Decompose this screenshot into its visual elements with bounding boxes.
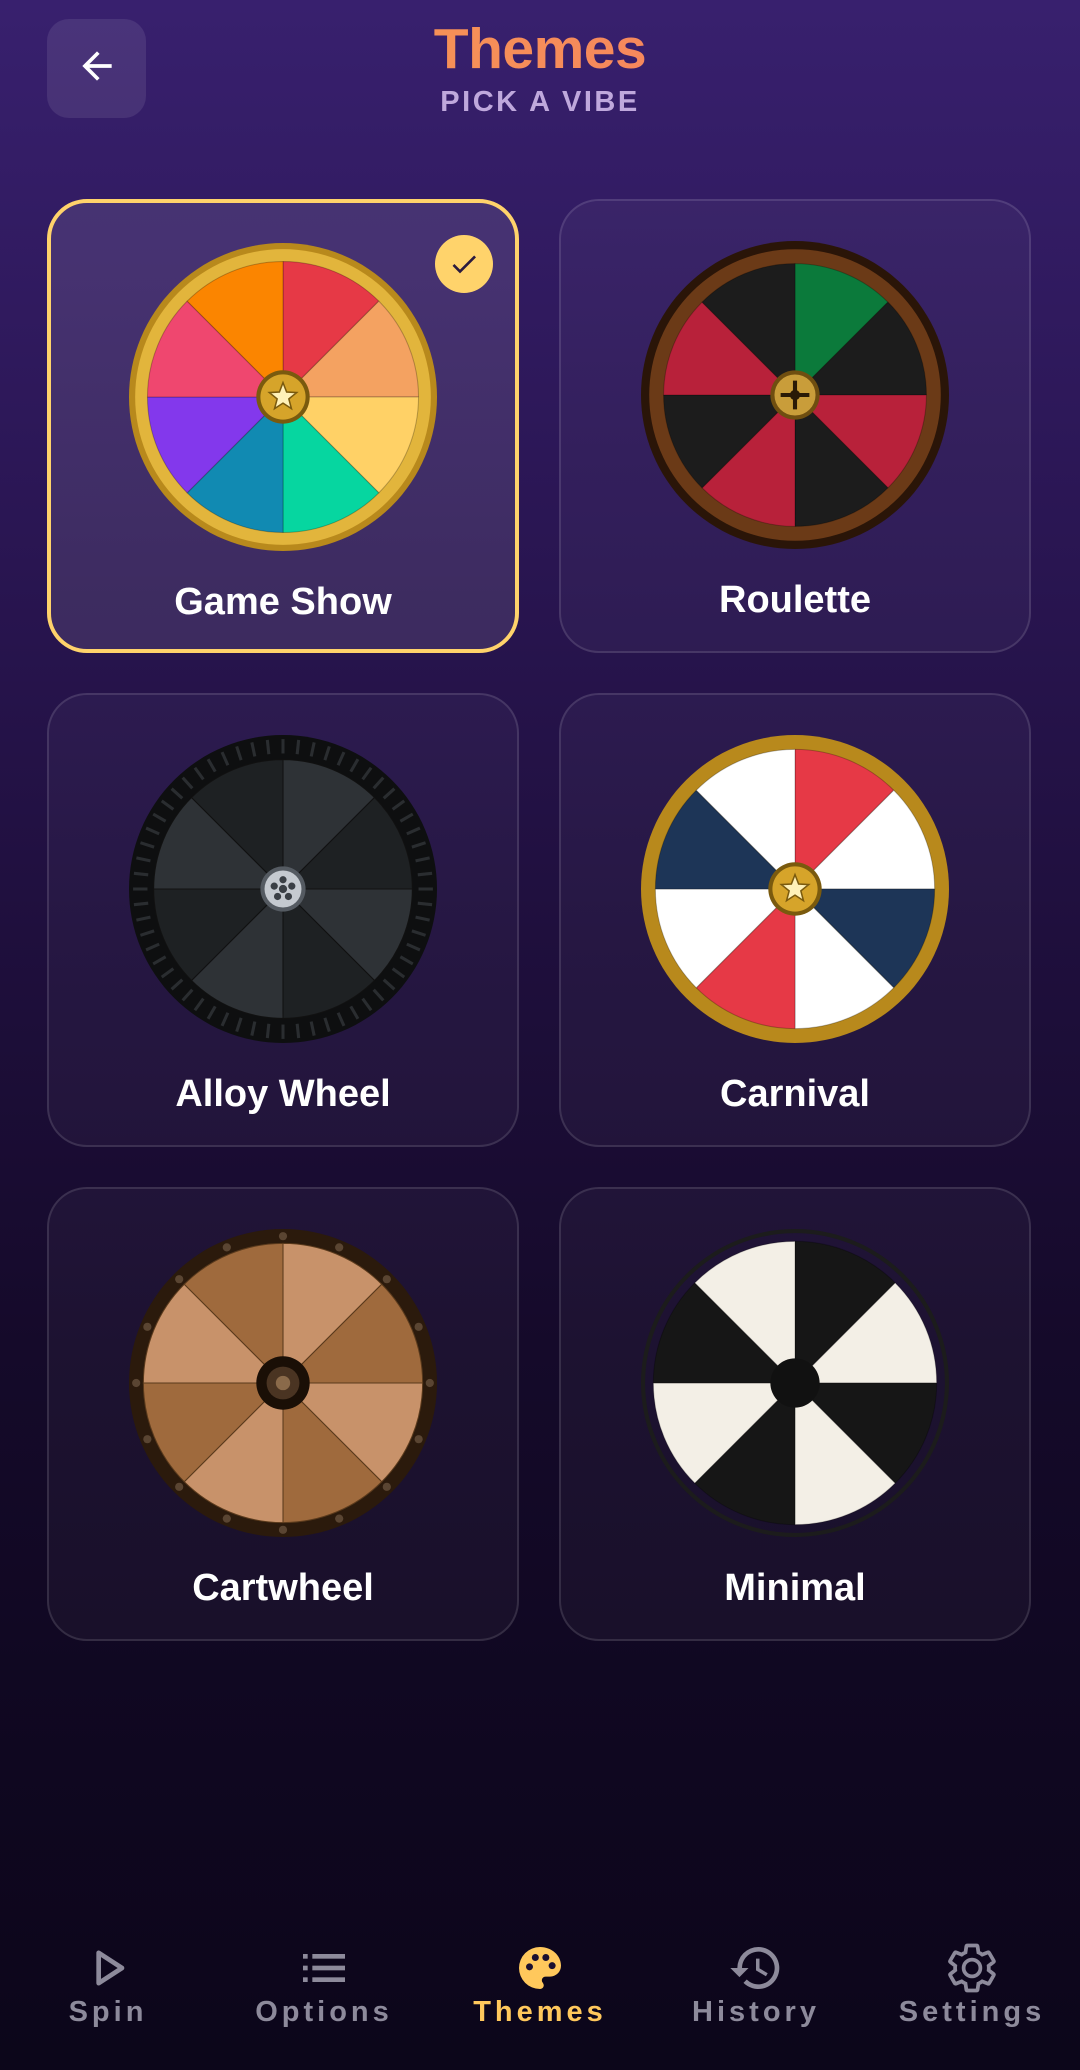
header: Themes PICK A VIBE bbox=[0, 0, 1080, 140]
wheel-preview-alloy-wheel bbox=[129, 735, 437, 1043]
theme-label: Roulette bbox=[719, 579, 871, 621]
nav-item-settings[interactable]: Settings bbox=[864, 1910, 1080, 2070]
theme-card-roulette[interactable]: Roulette bbox=[559, 199, 1031, 653]
nav-item-options[interactable]: Options bbox=[216, 1910, 432, 2070]
theme-label: Minimal bbox=[724, 1567, 866, 1609]
wheel-preview-cartwheel bbox=[129, 1229, 437, 1537]
nav-label: Themes bbox=[473, 1996, 607, 2028]
nav-item-history[interactable]: History bbox=[648, 1910, 864, 2070]
gear-icon bbox=[944, 1940, 1000, 1996]
page-subtitle: PICK A VIBE bbox=[440, 86, 640, 118]
wheel-preview-roulette bbox=[641, 241, 949, 549]
nav-label: Options bbox=[255, 1996, 393, 2028]
nav-label: Spin bbox=[68, 1996, 148, 2028]
nav-label: History bbox=[692, 1996, 820, 2028]
wheel-preview-carnival bbox=[641, 735, 949, 1043]
check-icon bbox=[435, 235, 493, 293]
theme-card-game-show[interactable]: Game Show bbox=[47, 199, 519, 653]
play-icon bbox=[80, 1940, 136, 1996]
wheel-preview-game-show bbox=[129, 243, 437, 551]
nav-item-spin[interactable]: Spin bbox=[0, 1910, 216, 2070]
theme-label: Alloy Wheel bbox=[175, 1073, 391, 1115]
theme-card-cartwheel[interactable]: Cartwheel bbox=[47, 1187, 519, 1641]
theme-label: Game Show bbox=[174, 581, 392, 623]
list-icon bbox=[296, 1940, 352, 1996]
theme-card-minimal[interactable]: Minimal bbox=[559, 1187, 1031, 1641]
nav-item-themes[interactable]: Themes bbox=[432, 1910, 648, 2070]
theme-card-carnival[interactable]: Carnival bbox=[559, 693, 1031, 1147]
palette-icon bbox=[512, 1940, 568, 1996]
history-icon bbox=[728, 1940, 784, 1996]
theme-card-alloy-wheel[interactable]: Alloy Wheel bbox=[47, 693, 519, 1147]
theme-label: Cartwheel bbox=[192, 1567, 374, 1609]
nav-label: Settings bbox=[898, 1996, 1046, 2028]
wheel-preview-minimal bbox=[641, 1229, 949, 1537]
theme-label: Carnival bbox=[720, 1073, 870, 1115]
bottom-navigation: Spin Options Themes History Settings bbox=[0, 1910, 1080, 2070]
page-title: Themes bbox=[0, 14, 1080, 84]
